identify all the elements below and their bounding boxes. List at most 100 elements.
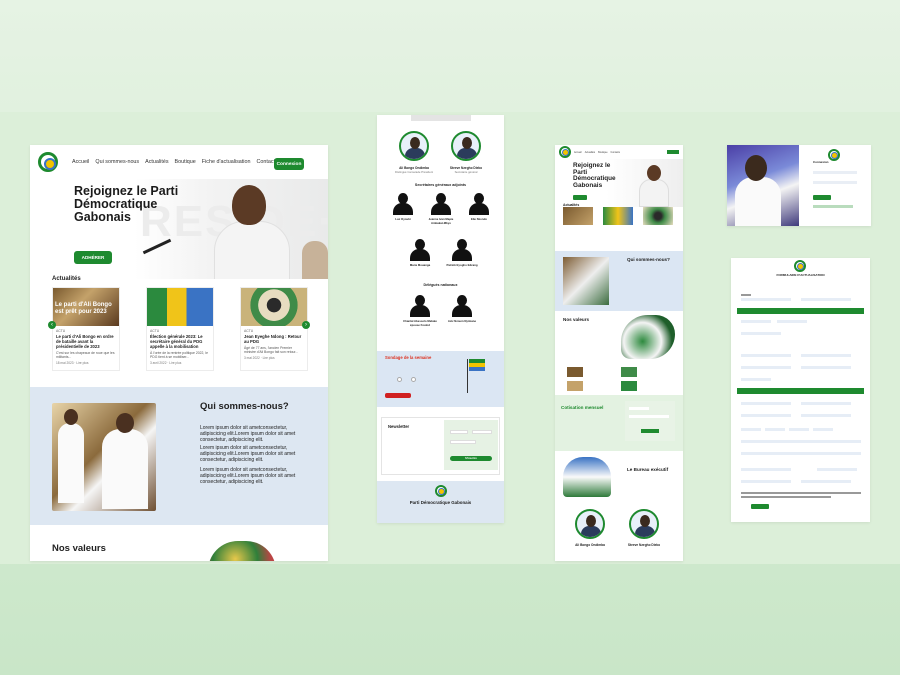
login-password-field[interactable] <box>813 181 857 184</box>
nav-link-actualites[interactable]: Actualités <box>145 159 168 165</box>
person-silhouette-icon <box>392 193 414 215</box>
form-consent-text <box>741 496 831 498</box>
adherer-button[interactable]: ADHÉRER <box>74 251 112 264</box>
mini-value-thumb <box>621 381 637 391</box>
form-field[interactable] <box>741 366 791 369</box>
leader-portrait <box>575 509 605 539</box>
news-category: ACTU <box>244 329 254 333</box>
flag-pole <box>467 359 468 393</box>
form-field[interactable] <box>741 378 771 381</box>
mini-value-thumb <box>567 367 583 377</box>
mini-nav-link[interactable]: Actualités <box>585 151 595 154</box>
poll-submit-button[interactable] <box>385 393 411 398</box>
mini-about-title: Qui sommes-nous? <box>627 257 670 262</box>
pdg-logo[interactable] <box>38 152 58 172</box>
mini-connect-button[interactable] <box>667 150 679 154</box>
mini-adherer-button[interactable] <box>573 195 587 200</box>
mini-news-thumb[interactable] <box>603 207 633 225</box>
newsletter-email-field[interactable] <box>450 440 476 444</box>
mini-field[interactable] <box>629 407 649 410</box>
form-field[interactable] <box>789 428 809 431</box>
values-photo <box>208 541 276 561</box>
login-register-link[interactable] <box>813 205 853 208</box>
form-field[interactable] <box>801 414 851 417</box>
form-field[interactable] <box>741 332 781 335</box>
form-field[interactable] <box>741 414 791 417</box>
mini-nav-link[interactable]: Boutique <box>598 151 607 154</box>
form-field[interactable] <box>817 468 857 471</box>
about-title: Qui sommes-nous? <box>200 401 289 412</box>
pdg-logo <box>794 260 806 272</box>
about-photo <box>52 403 156 511</box>
news-image <box>241 288 307 326</box>
bureau-page-mockup: Ali Bongo Ondimba Distingué Camarade Pré… <box>377 115 504 523</box>
form-label <box>741 294 751 296</box>
carousel-prev-icon[interactable]: ‹ <box>48 321 56 329</box>
mini-field[interactable] <box>629 415 669 418</box>
form-field[interactable] <box>741 428 761 431</box>
mini-cotisation-button[interactable] <box>641 429 659 433</box>
mini-value-thumb <box>621 367 637 377</box>
news-date[interactable]: 3 mai 2022 · Lire plus <box>244 356 304 360</box>
poll-option-radio[interactable] <box>411 377 416 382</box>
news-title: Élection générale 2023: Le secrétaire gé… <box>150 334 203 349</box>
delegate-name: Chantal Abessolo Mebale épouse Foulod <box>403 319 437 327</box>
news-card[interactable]: Le parti d'Ali Bongo est prêt pour 2023 … <box>52 287 120 371</box>
login-submit-button[interactable] <box>813 195 831 200</box>
hero-portrait <box>204 185 300 279</box>
update-form-mockup: FORMULAIRE D'ACTUALISATION <box>731 258 870 522</box>
pdg-logo[interactable] <box>559 146 571 158</box>
form-field[interactable] <box>801 298 851 301</box>
mini-nav-link[interactable]: Accueil <box>574 151 582 154</box>
form-field[interactable] <box>801 480 851 483</box>
carousel-next-icon[interactable]: › <box>302 321 310 329</box>
footer-party-name: Parti Démocratique Gabonais <box>409 500 472 505</box>
mini-news-thumb[interactable] <box>643 207 673 225</box>
newsletter-name-field[interactable] <box>450 430 468 434</box>
mini-values-title: Nos valeurs <box>563 317 590 322</box>
news-date[interactable]: 3 avril 2022 · Lire plus <box>150 361 210 365</box>
connect-button[interactable]: Connexion <box>274 158 304 170</box>
sg-title: Secrétaires généraux adjoints <box>414 183 467 187</box>
about-paragraph: Lorem ipsum dolor sit ametconsectetur, a… <box>200 445 296 463</box>
person-silhouette-icon <box>430 193 452 215</box>
mini-nav-link[interactable]: Contacts <box>611 151 620 154</box>
news-card[interactable]: ACTU Jean Eyeghe Ndong : Retour au PDG Â… <box>240 287 308 371</box>
login-username-field[interactable] <box>813 171 857 174</box>
nav-link-qui-sommes-nous[interactable]: Qui sommes-nous <box>95 159 139 165</box>
form-field[interactable] <box>813 428 833 431</box>
form-field[interactable] <box>801 354 851 357</box>
news-excerpt: À l'orée de la rentrée politique 2022, l… <box>150 351 208 359</box>
adjoint-name: Marie Mouanga <box>409 263 431 267</box>
form-field[interactable] <box>741 452 861 455</box>
person-silhouette-icon <box>409 295 431 317</box>
news-heading: Actualités <box>52 276 81 282</box>
nav-link-boutique[interactable]: Boutique <box>175 159 196 165</box>
delegate-name: Aziz Nzoum Nyimane <box>447 319 477 323</box>
form-field[interactable] <box>741 298 791 301</box>
newsletter-submit-button[interactable]: S'inscrire <box>450 456 492 461</box>
form-field[interactable] <box>777 320 807 323</box>
form-field[interactable] <box>765 428 785 431</box>
nav-link-fiche[interactable]: Fiche d'actualisation <box>202 159 251 165</box>
news-category: ACTU <box>150 329 160 333</box>
form-field[interactable] <box>741 480 791 483</box>
form-field[interactable] <box>801 366 851 369</box>
news-date[interactable]: 18 mai 2023 · Lire plus <box>56 361 116 365</box>
news-title: Jean Eyeghe Ndong : Retour au PDG <box>244 334 302 344</box>
poll-option-radio[interactable] <box>397 377 402 382</box>
mini-news-thumb[interactable] <box>563 207 593 225</box>
form-field[interactable] <box>741 354 791 357</box>
form-field[interactable] <box>741 402 791 405</box>
form-consent-text <box>741 492 861 494</box>
form-submit-button[interactable] <box>751 504 769 509</box>
mini-hero: Rejoignez le Parti Démocratique Gabonais <box>555 159 683 207</box>
form-field[interactable] <box>741 440 861 443</box>
form-field[interactable] <box>741 320 771 323</box>
form-field[interactable] <box>741 468 791 471</box>
mini-bureau-photo <box>563 457 611 497</box>
newsletter-firstname-field[interactable] <box>472 430 492 434</box>
form-field[interactable] <box>801 402 851 405</box>
nav-link-accueil[interactable]: Accueil <box>72 159 89 165</box>
news-card[interactable]: ACTU Élection générale 2023: Le secrétai… <box>146 287 214 371</box>
